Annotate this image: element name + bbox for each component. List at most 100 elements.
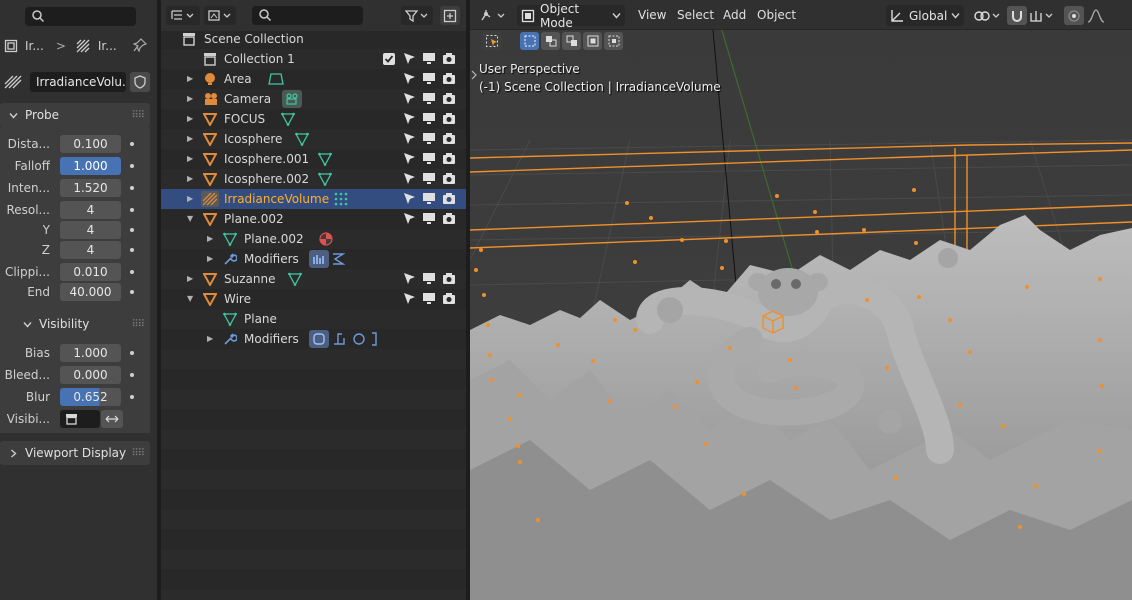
- outliner-item-icosphere-001[interactable]: ▶ Icosphere.001: [161, 149, 466, 169]
- monitor-icon[interactable]: [422, 272, 436, 285]
- selectable-arrow-icon[interactable]: [403, 152, 416, 165]
- monitor-icon[interactable]: [422, 192, 436, 205]
- camera-render-icon[interactable]: [442, 212, 456, 225]
- monitor-icon[interactable]: [422, 72, 436, 85]
- outliner-item-wire[interactable]: ▼ Wire: [161, 289, 466, 309]
- monitor-icon[interactable]: [422, 92, 436, 105]
- keyframe-dot-icon[interactable]: [130, 186, 134, 190]
- outliner-item-icosphere[interactable]: ▶ Icosphere: [161, 129, 466, 149]
- intensity-field[interactable]: 1.520: [60, 179, 121, 197]
- material-sphere-icon[interactable]: [319, 232, 333, 246]
- monitor-icon[interactable]: [422, 172, 436, 185]
- monitor-icon[interactable]: [422, 152, 436, 165]
- pivot-link-icon[interactable]: [973, 6, 1005, 25]
- select-new-icon[interactable]: [520, 32, 539, 50]
- distance-field[interactable]: 0.100: [60, 135, 121, 153]
- expand-arrow-icon[interactable]: ▶: [187, 89, 193, 109]
- mesh-data-icon[interactable]: [318, 152, 332, 166]
- keyframe-dot-icon[interactable]: [130, 142, 134, 146]
- drag-handle-icon[interactable]: ⠿⠿: [131, 448, 145, 459]
- camera-render-icon[interactable]: [442, 92, 456, 105]
- wireframe-modifier-icon[interactable]: [332, 332, 346, 346]
- snap-target-dropdown[interactable]: [1028, 6, 1058, 25]
- probe-grid-data-icon[interactable]: [334, 192, 348, 206]
- selectable-arrow-icon[interactable]: [403, 52, 416, 65]
- selectable-arrow-icon[interactable]: [403, 292, 416, 305]
- clipping-start-field[interactable]: 0.010: [60, 263, 121, 281]
- outliner-item-plane-modifiers[interactable]: ▶ Modifiers: [161, 249, 466, 269]
- selectable-arrow-icon[interactable]: [403, 272, 416, 285]
- interaction-mode-dropdown[interactable]: Object Mode: [517, 2, 625, 30]
- filter-restrictions-dropdown[interactable]: [204, 6, 236, 25]
- select-extend-icon[interactable]: [541, 32, 560, 50]
- keyframe-dot-icon[interactable]: [130, 208, 134, 212]
- display-mode-dropdown[interactable]: [166, 6, 200, 25]
- fake-user-button[interactable]: [130, 72, 150, 92]
- keyframe-dot-icon[interactable]: [130, 290, 134, 294]
- mesh-data-icon[interactable]: [281, 112, 295, 126]
- selectable-arrow-icon[interactable]: [403, 212, 416, 225]
- 3d-viewport[interactable]: Object Mode View Select Add Object Globa…: [470, 0, 1132, 600]
- outliner-item-focus[interactable]: ▶ FOCUS: [161, 109, 466, 129]
- outliner-item-collection-1[interactable]: Collection 1: [161, 49, 466, 69]
- select-box-tool-icon[interactable]: [482, 31, 502, 51]
- pin-icon[interactable]: [133, 38, 147, 52]
- drag-handle-icon[interactable]: ⠿⠿: [131, 110, 145, 121]
- expand-arrow-icon[interactable]: ▶: [187, 269, 193, 289]
- collapse-arrow-icon[interactable]: ▼: [187, 209, 193, 229]
- resolution-y-field[interactable]: 4: [60, 221, 121, 239]
- camera-render-icon[interactable]: [442, 292, 456, 305]
- expand-arrow-icon[interactable]: ▶: [187, 189, 193, 209]
- outliner-item-area[interactable]: ▶ Area: [161, 69, 466, 89]
- visibility-subpanel-header[interactable]: Visibility ⠿⠿: [0, 313, 150, 335]
- selectable-arrow-icon[interactable]: [403, 192, 416, 205]
- invert-arrows-icon[interactable]: [101, 410, 123, 428]
- bleed-field[interactable]: 0.000: [60, 366, 121, 384]
- drag-handle-icon[interactable]: ⠿⠿: [131, 319, 145, 330]
- object-menu[interactable]: Object: [757, 8, 796, 22]
- outliner-item-wire-plane[interactable]: Plane: [161, 309, 466, 329]
- subdivision-modifier-icon[interactable]: [309, 330, 329, 348]
- selectable-arrow-icon[interactable]: [403, 172, 416, 185]
- resolution-z-field[interactable]: 4: [60, 241, 121, 259]
- outliner-item-icosphere-002[interactable]: ▶ Icosphere.002: [161, 169, 466, 189]
- area-divider[interactable]: [466, 0, 470, 600]
- more-modifiers-icon[interactable]: [371, 332, 377, 346]
- outliner-item-irradiancevolume[interactable]: ▶ IrradianceVolume: [161, 189, 466, 209]
- light-data-icon[interactable]: [268, 72, 284, 86]
- expand-arrow-icon[interactable]: ▶: [187, 169, 193, 189]
- outliner-item-wire-modifiers[interactable]: ▶ Modifiers: [161, 329, 466, 349]
- monitor-icon[interactable]: [422, 52, 436, 65]
- expand-arrow-icon[interactable]: ▶: [187, 69, 193, 89]
- select-invert-icon[interactable]: [583, 32, 602, 50]
- select-subtract-icon[interactable]: [562, 32, 581, 50]
- keyframe-dot-icon[interactable]: [130, 248, 134, 252]
- keyframe-dot-icon[interactable]: [130, 395, 134, 399]
- visibility-collection-field[interactable]: [60, 410, 100, 428]
- new-collection-icon[interactable]: [440, 6, 460, 25]
- camera-render-icon[interactable]: [442, 192, 456, 205]
- probe-name-field[interactable]: IrradianceVolu...: [30, 72, 126, 92]
- expand-arrow-icon[interactable]: ▶: [187, 149, 193, 169]
- monitor-icon[interactable]: [422, 292, 436, 305]
- keyframe-dot-icon[interactable]: [130, 228, 134, 232]
- editor-type-dropdown[interactable]: [477, 6, 511, 25]
- selectable-arrow-icon[interactable]: [403, 132, 416, 145]
- probe-panel-header[interactable]: Probe ⠿⠿: [0, 103, 150, 127]
- expand-arrow-icon[interactable]: ▶: [207, 249, 213, 269]
- selectable-arrow-icon[interactable]: [403, 112, 416, 125]
- clipping-end-field[interactable]: 40.000: [60, 283, 121, 301]
- monitor-icon[interactable]: [422, 212, 436, 225]
- outliner-item-plane-002[interactable]: ▼ Plane.002: [161, 209, 466, 229]
- outliner-item-suzanne[interactable]: ▶ Suzanne: [161, 269, 466, 289]
- expand-arrow-icon[interactable]: ▶: [187, 109, 193, 129]
- collapse-arrow-icon[interactable]: ▼: [187, 289, 193, 309]
- camera-render-icon[interactable]: [442, 152, 456, 165]
- transform-orientation-dropdown[interactable]: Global: [886, 5, 964, 26]
- snap-magnet-icon[interactable]: [1007, 6, 1027, 25]
- expand-arrow-icon[interactable]: ▶: [207, 329, 213, 349]
- camera-render-icon[interactable]: [442, 132, 456, 145]
- toolbar-collapse-arrow-icon[interactable]: [470, 68, 477, 82]
- outliner-scene-collection[interactable]: Scene Collection: [161, 29, 466, 49]
- falloff-field[interactable]: 1.000: [60, 157, 121, 175]
